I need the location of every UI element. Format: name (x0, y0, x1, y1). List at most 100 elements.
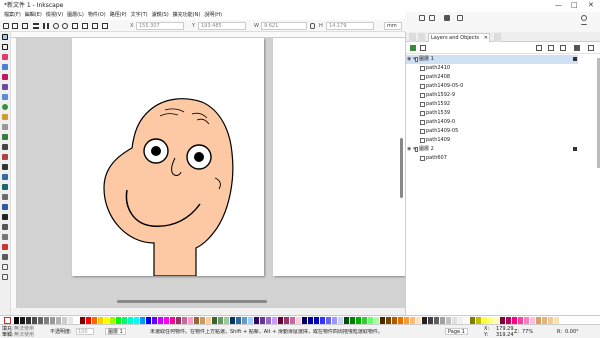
tab-fill-stroke-icon[interactable] (409, 33, 416, 42)
color-swatch[interactable] (236, 317, 241, 324)
menu-filters[interactable]: 濾鏡(S) (152, 11, 169, 20)
color-swatch[interactable] (554, 317, 559, 324)
minimize-button[interactable]: — (555, 0, 562, 11)
color-swatch[interactable] (548, 317, 553, 324)
color-swatch[interactable] (206, 317, 211, 324)
pen-tool-icon[interactable] (2, 144, 8, 150)
color-swatch[interactable] (308, 317, 313, 324)
page-select[interactable]: Page 1 (445, 328, 468, 335)
stroke-value[interactable]: 無法使用 (14, 332, 34, 338)
color-swatch[interactable] (152, 317, 157, 324)
color-swatch[interactable] (512, 317, 517, 324)
color-swatch[interactable] (542, 317, 547, 324)
object-name[interactable]: path2410 (426, 64, 450, 73)
pencil-tool-icon[interactable] (2, 134, 8, 140)
settings-icon[interactable] (588, 45, 594, 51)
color-swatch[interactable] (86, 317, 91, 324)
color-swatch[interactable] (422, 317, 427, 324)
color-swatch[interactable] (338, 317, 343, 324)
color-swatch[interactable] (296, 317, 301, 324)
snap-bbox-icon[interactable] (444, 15, 450, 21)
object-name[interactable]: path1409-0 (426, 118, 455, 127)
color-swatch[interactable] (326, 317, 331, 324)
object-row[interactable]: path607 (406, 154, 578, 163)
color-swatch[interactable] (212, 317, 217, 324)
color-swatch[interactable] (404, 317, 409, 324)
color-swatch[interactable] (380, 317, 385, 324)
head-shape[interactable] (103, 98, 234, 276)
page-2[interactable] (273, 38, 405, 276)
raise-icon[interactable] (82, 23, 88, 29)
color-swatch[interactable] (374, 317, 379, 324)
dropper-tool-icon[interactable] (2, 234, 8, 240)
color-swatch[interactable] (224, 317, 229, 324)
object-name[interactable]: path1539 (426, 109, 450, 118)
lock-ratio-icon[interactable] (310, 23, 315, 29)
color-swatch[interactable] (68, 317, 73, 324)
menu-help[interactable]: 說明(H) (204, 11, 222, 20)
calligraphy-tool-icon[interactable] (2, 154, 8, 160)
connector-tool-icon[interactable] (2, 244, 8, 250)
object-name[interactable]: path1409-05-0 (426, 82, 463, 91)
color-swatch[interactable] (170, 317, 175, 324)
color-swatch[interactable] (122, 317, 127, 324)
color-swatch[interactable] (158, 317, 163, 324)
lock-icon[interactable] (573, 147, 577, 151)
pages-tool-icon[interactable] (2, 254, 8, 260)
3d-box-tool-icon[interactable] (2, 94, 8, 100)
lower-to-bottom-icon[interactable] (102, 23, 108, 29)
menu-file[interactable]: 檔案(F) (4, 11, 21, 20)
color-swatch[interactable] (140, 317, 145, 324)
spiral-tool-icon[interactable] (2, 124, 8, 130)
color-swatch[interactable] (302, 317, 307, 324)
ellipse-tool-icon[interactable] (2, 104, 8, 110)
object-row[interactable]: path1409-05-0 (406, 82, 578, 91)
tweak-tool-icon[interactable] (2, 54, 8, 60)
color-swatch[interactable] (194, 317, 199, 324)
color-swatch[interactable] (392, 317, 397, 324)
gradient-tool-icon[interactable] (2, 214, 8, 220)
layer-row[interactable]: ◉▾圖層 1 (406, 55, 578, 64)
x-field[interactable]: 155.307 (136, 22, 184, 30)
shape-builder-tool-icon[interactable] (2, 184, 8, 190)
search-icon[interactable] (536, 45, 542, 51)
color-swatch[interactable] (254, 317, 259, 324)
rotate-cw-icon[interactable] (43, 23, 49, 29)
color-swatch[interactable] (230, 317, 235, 324)
object-name[interactable]: path1409-05 (426, 127, 458, 136)
color-swatch[interactable] (464, 317, 469, 324)
color-swatch[interactable] (290, 317, 295, 324)
color-swatch[interactable] (74, 317, 79, 324)
color-swatch[interactable] (410, 317, 415, 324)
color-swatch[interactable] (32, 317, 37, 324)
object-row[interactable]: path1409-0 (406, 118, 578, 127)
color-swatch[interactable] (104, 317, 109, 324)
current-layer-select[interactable]: 圖層 1 (105, 328, 126, 335)
select-all-icon[interactable] (3, 23, 9, 29)
color-swatch[interactable] (218, 317, 223, 324)
color-swatch[interactable] (428, 317, 433, 324)
color-swatch[interactable] (500, 317, 505, 324)
layer-name[interactable]: 圖層 2 (419, 145, 434, 154)
maximize-button[interactable]: □ (571, 0, 578, 11)
color-swatch[interactable] (62, 317, 67, 324)
color-swatch[interactable] (50, 317, 55, 324)
spray-tool-icon[interactable] (2, 174, 8, 180)
color-swatch[interactable] (398, 317, 403, 324)
object-name[interactable]: path1592 (426, 100, 450, 109)
color-swatch[interactable] (272, 317, 277, 324)
color-swatch[interactable] (476, 317, 481, 324)
object-name[interactable]: path1592-9 (426, 91, 455, 100)
zoom-value[interactable]: 77% (522, 329, 533, 335)
lpe-tool-icon[interactable] (2, 264, 8, 270)
object-row[interactable]: path1409 (406, 136, 578, 145)
snap-options-icon[interactable] (429, 15, 435, 21)
canvas[interactable] (17, 38, 405, 308)
color-swatch[interactable] (20, 317, 25, 324)
menu-object[interactable]: 物件(O) (88, 11, 106, 20)
color-swatch[interactable] (488, 317, 493, 324)
node-tool-icon[interactable] (2, 44, 8, 50)
cartoon-face-drawing[interactable] (72, 38, 264, 276)
lock-icon[interactable] (573, 57, 577, 61)
color-swatch[interactable] (386, 317, 391, 324)
